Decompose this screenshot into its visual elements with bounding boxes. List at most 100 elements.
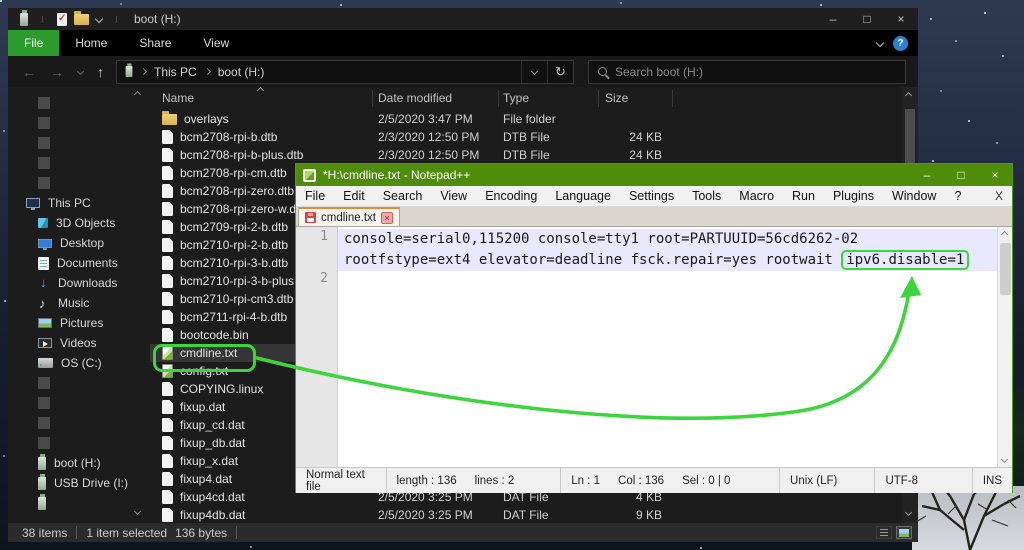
drive-icon[interactable]	[126, 66, 133, 77]
file-icon	[162, 274, 173, 288]
close-button[interactable]: ×	[884, 8, 918, 30]
divider	[42, 16, 43, 23]
ribbon-tab[interactable]: File	[8, 30, 59, 56]
breadcrumb-this-pc[interactable]: This PC	[154, 65, 197, 79]
scroll-down-icon[interactable]	[905, 509, 912, 516]
scrollbar-thumb[interactable]	[1000, 243, 1011, 295]
view-toggles	[876, 526, 912, 539]
file-type: DTB File	[503, 130, 550, 144]
code-area[interactable]: console=serial0,115200 console=tty1 root…	[338, 227, 997, 467]
sidebar-item[interactable]	[8, 153, 150, 173]
menu-item[interactable]: Settings	[620, 189, 683, 203]
column-header-size[interactable]: Size	[605, 91, 628, 105]
sidebar-item[interactable]: boot (H:)	[8, 453, 150, 473]
file-row[interactable]: fixup4db.dat 2/5/2020 3:25 PM DAT File 9…	[150, 506, 902, 523]
explorer-titlebar[interactable]: boot (H:) – □ ×	[8, 8, 918, 30]
sidebar-item[interactable]	[8, 93, 150, 113]
large-icons-view-button[interactable]	[896, 526, 912, 539]
sidebar-item[interactable]: Videos	[8, 333, 150, 353]
menu-item[interactable]: Plugins	[824, 189, 883, 203]
editor-scrollbar[interactable]	[997, 227, 1012, 467]
forward-button[interactable]: →	[50, 64, 64, 80]
details-view-button[interactable]	[876, 526, 892, 539]
scroll-up-icon[interactable]	[1001, 231, 1008, 238]
scroll-up-icon[interactable]	[905, 92, 912, 99]
close-document-x[interactable]: X	[995, 189, 1003, 203]
editor-area[interactable]: 1 2 console=serial0,115200 console=tty1 …	[296, 227, 1012, 467]
sidebar-item[interactable]: Pictures	[8, 313, 150, 333]
back-button[interactable]: ←	[22, 64, 36, 80]
menu-item[interactable]: File	[296, 189, 334, 203]
file-row[interactable]: bcm2708-rpi-b.dtb 2/3/2020 12:50 PM DTB …	[150, 128, 902, 146]
menu-item[interactable]: Language	[546, 189, 620, 203]
sidebar-item[interactable]	[8, 493, 150, 513]
sidebar-item[interactable]	[8, 393, 150, 413]
close-button[interactable]: ×	[978, 164, 1012, 186]
ribbon-tab[interactable]: View	[187, 30, 245, 56]
sidebar-item[interactable]: Documents	[8, 253, 150, 273]
minimize-button[interactable]: –	[816, 8, 850, 30]
file-type: File folder	[503, 112, 556, 126]
sidebar-item-icon	[38, 137, 50, 149]
sidebar-item-icon	[38, 239, 52, 248]
ribbon-tab[interactable]: Share	[123, 30, 187, 56]
breadcrumb-boot-h[interactable]: boot (H:)	[218, 65, 265, 79]
properties-icon[interactable]	[57, 13, 67, 26]
menu-item[interactable]: ?	[945, 189, 970, 203]
ribbon-tab[interactable]: Home	[59, 30, 123, 56]
file-row[interactable]: overlays 2/5/2020 3:47 PM File folder	[150, 110, 902, 128]
sidebar-item[interactable]: This PC	[8, 193, 150, 213]
menu-item[interactable]: Tools	[683, 189, 730, 203]
sidebar-item[interactable]	[8, 133, 150, 153]
sidebar-item[interactable]: Music	[8, 293, 150, 313]
new-folder-icon[interactable]	[74, 14, 89, 25]
file-row[interactable]: bcm2708-rpi-b-plus.dtb 2/3/2020 12:50 PM…	[150, 146, 902, 164]
sidebar-item[interactable]: OS (C:)	[8, 353, 150, 373]
sidebar-item[interactable]	[8, 433, 150, 453]
menu-item[interactable]: View	[431, 189, 476, 203]
column-divider[interactable]	[372, 90, 373, 107]
sidebar-item[interactable]	[8, 413, 150, 433]
column-header-date[interactable]: Date modified	[378, 91, 452, 105]
column-divider[interactable]	[498, 90, 499, 107]
address-bar[interactable]: This PC boot (H:) ↻	[116, 60, 574, 84]
column-divider[interactable]	[672, 90, 673, 107]
collapse-ribbon-chevron-icon[interactable]	[876, 39, 884, 47]
menu-item[interactable]: Search	[374, 189, 432, 203]
notepadpp-titlebar[interactable]: *H:\cmdline.txt - Notepad++ – □ ×	[296, 164, 1012, 186]
sidebar-item-label: Desktop	[60, 236, 104, 250]
column-header-name[interactable]: Name	[162, 91, 194, 105]
file-size: 24 KB	[580, 148, 662, 162]
sidebar-item[interactable]: Desktop	[8, 233, 150, 253]
minimize-button[interactable]: –	[910, 164, 944, 186]
maximize-button[interactable]: □	[944, 164, 978, 186]
sidebar-item[interactable]: Downloads	[8, 273, 150, 293]
recent-locations-chevron-icon[interactable]	[77, 68, 84, 75]
sidebar-item[interactable]: USB Drive (I:)	[8, 473, 150, 493]
up-button[interactable]: ↑	[97, 64, 104, 80]
line-number-wrap	[296, 250, 337, 271]
menu-item[interactable]: Run	[783, 189, 824, 203]
search-input[interactable]: Search boot (H:)	[588, 60, 906, 84]
tab-close-icon[interactable]: ×	[381, 212, 393, 224]
scrollbar-thumb[interactable]	[905, 109, 915, 165]
menu-item[interactable]: Macro	[730, 189, 783, 203]
sidebar-item[interactable]	[8, 173, 150, 193]
sidebar-item[interactable]: 3D Objects	[8, 213, 150, 233]
column-header-type[interactable]: Type	[503, 91, 529, 105]
scroll-down-icon[interactable]	[1001, 456, 1008, 463]
sidebar-item[interactable]	[8, 113, 150, 133]
address-dropdown-button[interactable]	[521, 61, 547, 83]
menu-item[interactable]: Edit	[334, 189, 374, 203]
sidebar-item-icon	[38, 157, 50, 169]
customize-toolbar-chevron-icon[interactable]	[95, 15, 103, 23]
column-divider[interactable]	[598, 90, 599, 107]
help-icon[interactable]: ?	[893, 36, 908, 51]
maximize-button[interactable]: □	[850, 8, 884, 30]
sidebar-item[interactable]	[8, 373, 150, 393]
ipv6-disable-annotation-box: ipv6.disable=1	[841, 250, 969, 270]
menu-item[interactable]: Encoding	[476, 189, 546, 203]
menu-item[interactable]: Window	[883, 189, 945, 203]
document-tab[interactable]: cmdline.txt ×	[298, 207, 400, 226]
refresh-button[interactable]: ↻	[547, 61, 573, 83]
